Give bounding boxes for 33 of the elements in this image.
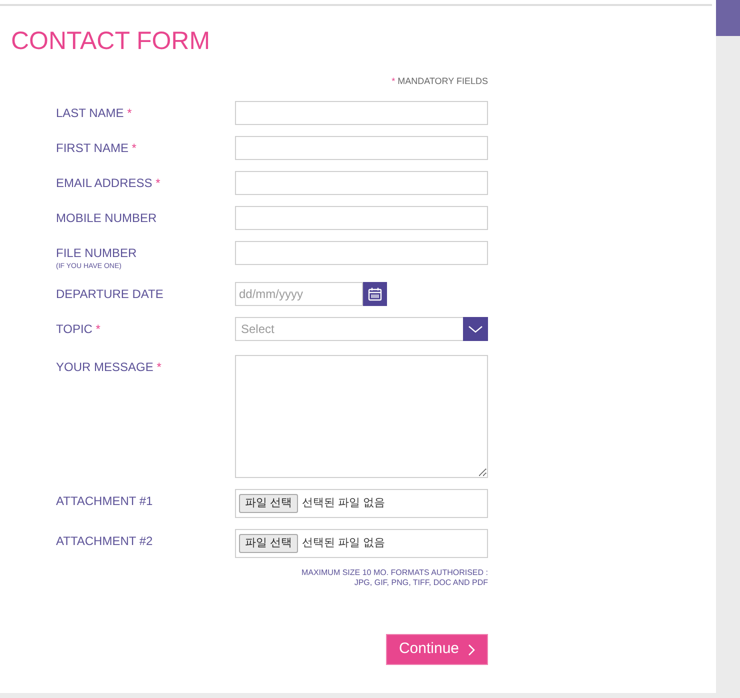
- text-field[interactable]: [235, 101, 488, 125]
- text-field[interactable]: [235, 241, 488, 265]
- field-label: EMAIL ADDRESS *: [56, 175, 162, 192]
- calendar-icon: [368, 287, 382, 301]
- scrollbar-thumb[interactable]: [716, 0, 740, 36]
- field-label: TOPIC *: [56, 321, 102, 338]
- file-status-text: 선택된 파일 없음: [302, 536, 386, 552]
- field-label: ATTACHMENT #2: [56, 533, 154, 550]
- form-title: CONTACT FORM: [11, 27, 210, 55]
- file-note: JPG, GIF, PNG, TIFF, DOC AND PDF: [354, 578, 488, 588]
- choose-file-button[interactable]: 파일 선택: [239, 494, 298, 513]
- calendar-button[interactable]: [363, 282, 387, 306]
- field-label: YOUR MESSAGE *: [56, 359, 162, 376]
- field-label: ATTACHMENT #1: [56, 493, 154, 510]
- text-field[interactable]: [235, 171, 488, 195]
- field-label: FIRST NAME *: [56, 140, 138, 157]
- date-field[interactable]: dd/mm/yyyy: [235, 282, 363, 306]
- mandatory-note: * MANDATORY FIELDS: [392, 76, 488, 86]
- chevron-down-icon: [463, 317, 488, 341]
- file-field[interactable]: 파일 선택 선택된 파일 없음: [235, 529, 488, 558]
- file-status-text: 선택된 파일 없음: [302, 496, 386, 512]
- field-label: LAST NAME *: [56, 105, 133, 122]
- choose-file-button[interactable]: 파일 선택: [239, 534, 298, 553]
- file-note: MAXIMUM SIZE 10 MO. FORMATS AUTHORISED :: [301, 568, 488, 578]
- text-field[interactable]: [235, 206, 488, 230]
- text-field[interactable]: [235, 136, 488, 160]
- message-field[interactable]: [235, 355, 488, 478]
- field-label: MOBILE NUMBER: [56, 210, 158, 227]
- chevron-right-icon: [468, 644, 476, 656]
- file-field[interactable]: 파일 선택 선택된 파일 없음: [235, 489, 488, 518]
- continue-button[interactable]: Continue: [386, 634, 488, 665]
- field-label: FILE NUMBER: [56, 245, 138, 262]
- field-label: DEPARTURE DATE: [56, 286, 164, 303]
